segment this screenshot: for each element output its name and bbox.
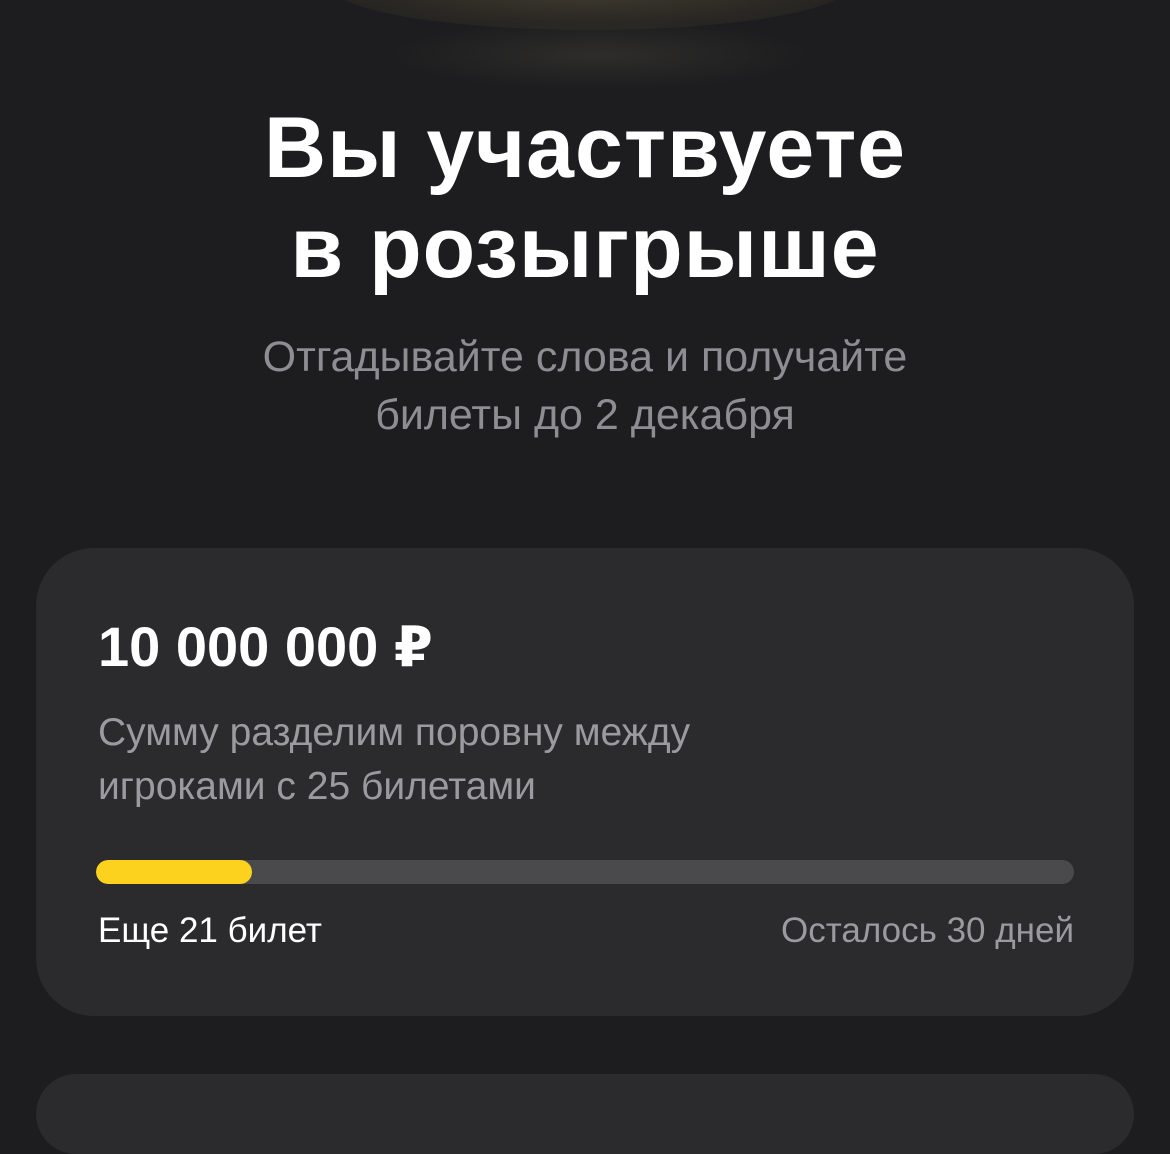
days-left-label: Осталось 30 дней	[781, 911, 1074, 950]
prize-amount: 10 000 000 ₽	[98, 615, 433, 678]
prize-card[interactable]: 10 000 000 ₽ Сумму разделим поровну межд…	[36, 548, 1134, 1016]
prize-description-line-1: Сумму разделим поровну между	[98, 711, 691, 754]
tickets-progress-fill	[96, 860, 253, 884]
page-title: Вы участвуете в розыгрыше	[0, 98, 1170, 298]
top-illustration-glow	[390, 20, 810, 90]
page-subtitle-line-2: билеты до 2 декабря	[375, 391, 795, 439]
page-title-line-1: Вы участвуете	[263, 100, 907, 196]
next-card[interactable]	[36, 1074, 1134, 1154]
tickets-progress-bar	[96, 860, 1074, 884]
page-title-line-2: в розыгрыше	[290, 200, 880, 296]
page-subtitle-line-1: Отгадывайте слова и получайте	[262, 333, 908, 381]
prize-description-line-2: игроками с 25 билетами	[98, 765, 536, 808]
tickets-remaining-label: Еще 21 билет	[98, 911, 322, 950]
page-subtitle: Отгадывайте слова и получайте билеты до …	[0, 328, 1170, 444]
prize-description: Сумму разделим поровну между игроками с …	[98, 706, 998, 814]
